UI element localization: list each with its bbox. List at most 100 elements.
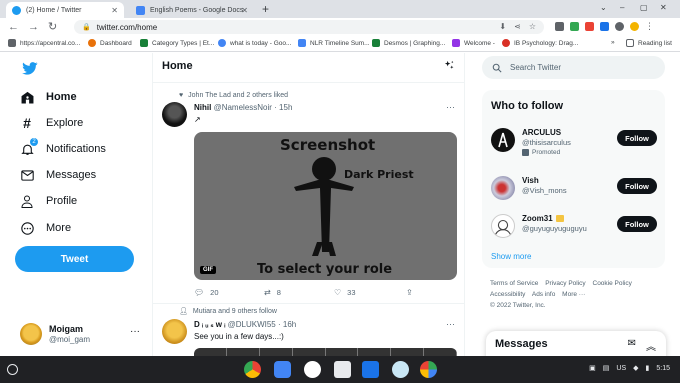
- extension-icon[interactable]: [570, 22, 579, 31]
- reply-icon: 💬︎: [194, 288, 205, 297]
- twitter-bird-icon[interactable]: [22, 62, 38, 75]
- follow-button[interactable]: Follow: [617, 216, 657, 232]
- show-more-link[interactable]: Show more: [491, 252, 531, 261]
- new-message-icon[interactable]: ✉: [628, 338, 636, 349]
- maximize-icon[interactable]: ▢: [640, 3, 648, 12]
- extension-icon[interactable]: [600, 22, 609, 31]
- download-icon[interactable]: ⬇: [499, 20, 506, 34]
- new-tab-button[interactable]: +: [262, 2, 269, 16]
- tab-search-icon[interactable]: ⌄: [600, 3, 607, 12]
- status-tray[interactable]: ▣ ▤ US ◆ ▮ 5:15: [589, 364, 670, 373]
- footer-link[interactable]: Privacy Policy: [545, 280, 585, 287]
- tab-label: (2) Home / Twitter: [26, 6, 82, 14]
- bookmark-item[interactable]: what is today - Goo...: [218, 39, 291, 47]
- follow-suggestion[interactable]: Vish @Vish_mons Follow: [482, 172, 665, 206]
- follow-suggestion[interactable]: ARCULUS @thisisarculus Promoted Follow: [482, 124, 665, 158]
- account-more-icon[interactable]: ···: [130, 326, 140, 337]
- footer-link[interactable]: Cookie Policy: [593, 280, 632, 287]
- bookmark-star-icon[interactable]: ☆: [529, 20, 536, 34]
- tweet-button[interactable]: Tweet: [15, 246, 134, 272]
- share-button[interactable]: ⇪: [406, 288, 419, 297]
- tweet-actions: 💬︎ 20 ⇄ 8 ♡ 33 ⇪: [194, 288, 424, 300]
- browser-menu-icon[interactable]: ⋮: [645, 22, 654, 31]
- tab-twitter[interactable]: (2) Home / Twitter ✕: [6, 2, 124, 18]
- avatar[interactable]: [162, 102, 187, 127]
- reading-list-button[interactable]: Reading list: [626, 39, 672, 47]
- reload-icon[interactable]: ↻: [48, 20, 57, 34]
- like-button[interactable]: ♡ 33: [334, 288, 356, 297]
- nav-messages-label: Messages: [46, 169, 97, 181]
- messages-drawer[interactable]: Messages ✉ ︽: [486, 331, 666, 356]
- bookmark-item[interactable]: NLR Timeline Sum...: [298, 39, 370, 47]
- chrome-app-icon[interactable]: [244, 361, 261, 378]
- tweet-more-icon[interactable]: ···: [446, 319, 455, 329]
- extension-icon[interactable]: [555, 22, 564, 31]
- share-icon[interactable]: ⋖: [514, 20, 521, 34]
- search-input[interactable]: Search Twitter: [482, 56, 665, 79]
- puzzle-icon[interactable]: [615, 22, 624, 31]
- launcher-icon[interactable]: [7, 364, 18, 375]
- tab-close-icon[interactable]: ✕: [111, 6, 118, 15]
- bookmark-item[interactable]: Category Types | Et...: [140, 39, 214, 47]
- tab-strip: (2) Home / Twitter ✕ English Poems - Goo…: [0, 0, 680, 18]
- sparkle-icon[interactable]: [444, 60, 455, 71]
- app-icon[interactable]: [334, 361, 351, 378]
- app-icon[interactable]: [392, 361, 409, 378]
- bookmark-item[interactable]: IB Psychology: Drag...: [502, 39, 578, 47]
- suggestion-name: Zoom31: [522, 214, 564, 223]
- bookmark-item[interactable]: Welcome -: [452, 39, 495, 47]
- nav-more[interactable]: More: [20, 218, 71, 238]
- app-icon[interactable]: [362, 361, 379, 378]
- bookmark-item[interactable]: Dashboard: [88, 39, 132, 47]
- more-circle-icon: [20, 221, 34, 235]
- forward-icon[interactable]: →: [28, 20, 39, 34]
- nav-explore[interactable]: # Explore: [20, 113, 83, 133]
- reply-button[interactable]: 💬︎ 20: [194, 288, 219, 297]
- expand-icon[interactable]: ︽: [646, 338, 656, 353]
- files-app-icon[interactable]: [274, 361, 291, 378]
- notification-badge: 2: [30, 138, 38, 146]
- minimize-icon[interactable]: –: [620, 3, 624, 12]
- footer-link[interactable]: Accessibility: [490, 291, 525, 298]
- footer-link[interactable]: More ···: [562, 291, 585, 298]
- nav-messages[interactable]: Messages: [20, 165, 96, 185]
- avatar: [491, 176, 515, 200]
- copyright: © 2022 Twitter, Inc.: [490, 302, 546, 309]
- tab-google-docs[interactable]: English Poems - Google Docs ✕: [130, 2, 254, 18]
- app-icon[interactable]: [304, 361, 321, 378]
- footer-link[interactable]: Terms of Service: [490, 280, 538, 287]
- bookmark-item[interactable]: Desmos | Graphing...: [372, 39, 445, 47]
- play-store-icon[interactable]: [420, 361, 437, 378]
- nav-home[interactable]: Home: [20, 87, 77, 107]
- tweet-author[interactable]: Nihil @NamelessNoir · 15h: [194, 103, 292, 112]
- nav-profile[interactable]: Profile: [20, 191, 77, 211]
- tweet-media-gif[interactable]: Screenshot Dark Priest To select your ro…: [194, 132, 457, 280]
- follow-suggestion[interactable]: Zoom31 @guyuguyuguguyu Follow: [482, 210, 665, 244]
- home-icon: [20, 90, 34, 104]
- suggestion-handle: @thisisarculus: [522, 138, 571, 147]
- nav-notifications[interactable]: 2 Notifications: [20, 138, 106, 159]
- account-switcher[interactable]: Moigam @moi_gam ···: [20, 321, 150, 347]
- address-bar[interactable]: 🔒 twitter.com/home ⬇ ⋖ ☆: [74, 20, 544, 34]
- profile-avatar-icon[interactable]: [630, 22, 639, 31]
- tweet-media[interactable]: [194, 348, 457, 356]
- bookmark-item[interactable]: https://apcentral.co...: [8, 39, 80, 47]
- bookmarks-overflow-button[interactable]: »: [611, 39, 615, 46]
- avatar[interactable]: [162, 319, 187, 344]
- tab-close-icon[interactable]: ✕: [241, 6, 248, 15]
- author-name: Nihil: [194, 103, 212, 112]
- retweet-button[interactable]: ⇄ 8: [264, 288, 281, 297]
- tweet-time: · 15h: [274, 103, 293, 112]
- follow-button[interactable]: Follow: [617, 130, 657, 146]
- tweet-text: ↗: [194, 115, 201, 124]
- footer-link[interactable]: Ads info: [532, 291, 556, 298]
- close-window-icon[interactable]: ✕: [660, 3, 667, 12]
- extension-icon[interactable]: [585, 22, 594, 31]
- welcome-icon: [452, 39, 460, 47]
- screen-capture-icon[interactable]: ▣: [589, 364, 596, 372]
- clipboard-icon[interactable]: ▤: [603, 364, 610, 372]
- back-icon[interactable]: ←: [8, 20, 19, 34]
- tweet-author[interactable]: D ᵢ ᵤ ₛ w ᵢ @DLUKWI55 · 16h: [194, 320, 296, 329]
- tweet-more-icon[interactable]: ···: [446, 102, 455, 112]
- follow-button[interactable]: Follow: [617, 178, 657, 194]
